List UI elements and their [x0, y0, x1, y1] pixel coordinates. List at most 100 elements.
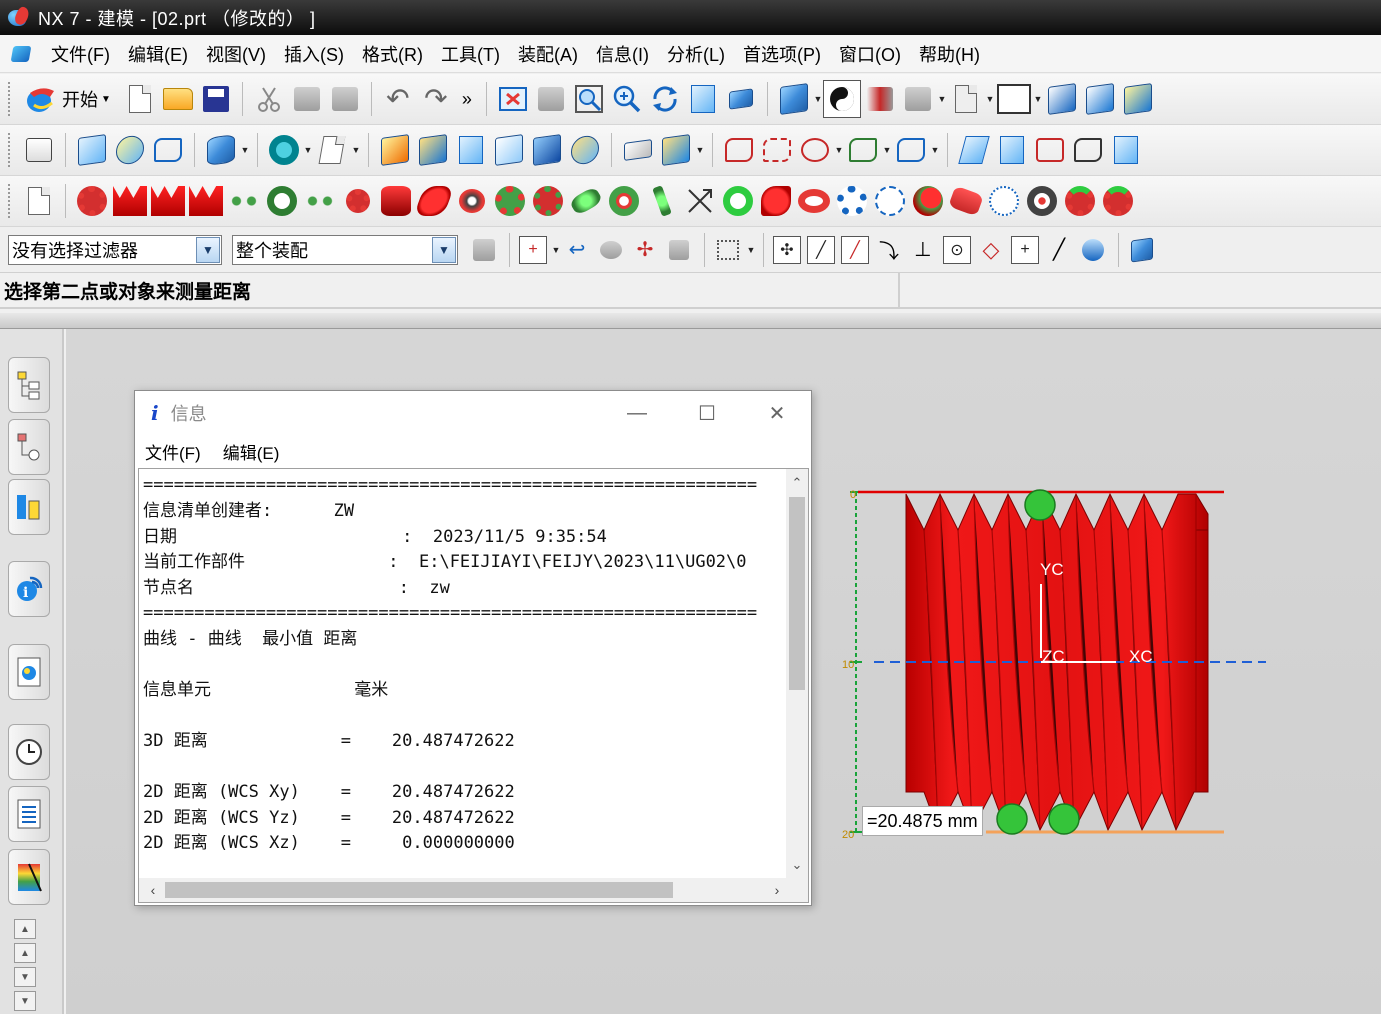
snap-point-on-curve-button[interactable]: +: [1009, 234, 1041, 266]
redo-button[interactable]: ↷: [417, 80, 455, 118]
select-chain-button[interactable]: [595, 234, 627, 266]
measure-point-bottom-left[interactable]: [996, 803, 1028, 835]
groove-button[interactable]: [566, 131, 604, 169]
datum-plane-button[interactable]: [313, 131, 351, 169]
scroll-right-arrow-icon[interactable]: ›: [767, 880, 787, 900]
horizontal-scrollbar[interactable]: ‹ ›: [139, 878, 787, 902]
save-button[interactable]: [197, 80, 235, 118]
menu-assembly[interactable]: 装配(A): [509, 41, 587, 67]
snap-bounded-grid-button[interactable]: [1077, 234, 1109, 266]
new-button[interactable]: [121, 80, 159, 118]
surface-button[interactable]: [955, 131, 993, 169]
minimize-button[interactable]: —: [607, 397, 667, 429]
hammer-button[interactable]: [663, 234, 695, 266]
close-button[interactable]: ✕: [747, 397, 807, 429]
boss-button[interactable]: [452, 131, 490, 169]
pad-button[interactable]: [528, 131, 566, 169]
datum-point-button[interactable]: [265, 131, 303, 169]
menu-file[interactable]: 文件(F): [42, 41, 119, 67]
toolbar-overflow-button[interactable]: »: [455, 80, 479, 118]
wheel-button[interactable]: [1023, 182, 1061, 220]
red-sprocket-button[interactable]: [1061, 182, 1099, 220]
render-dropdown[interactable]: ▼: [937, 80, 947, 118]
internet-explorer-tab[interactable]: i: [8, 561, 50, 617]
offset-dropdown[interactable]: ▼: [882, 131, 892, 169]
menu-insert[interactable]: 插入(S): [275, 41, 353, 67]
cut-button[interactable]: [250, 80, 288, 118]
constraint-navigator-tab[interactable]: [8, 419, 50, 475]
background-dropdown[interactable]: ▼: [1033, 80, 1043, 118]
measure-point-bottom-right[interactable]: [1048, 803, 1080, 835]
snap-endpoint-button[interactable]: ╱: [805, 234, 837, 266]
spur-gear-button[interactable]: [73, 182, 111, 220]
rack-button[interactable]: [111, 182, 149, 220]
mesh-surface-button[interactable]: [993, 131, 1031, 169]
gear-new-button[interactable]: [20, 182, 58, 220]
zoom-window-button[interactable]: [532, 80, 570, 118]
project-dropdown[interactable]: ▼: [930, 131, 940, 169]
hole-button[interactable]: [414, 131, 452, 169]
outline-gear2-button[interactable]: [985, 182, 1023, 220]
selection-filter-select[interactable]: 没有选择过滤器 ▼: [8, 234, 222, 265]
orient-view-button[interactable]: [775, 80, 813, 118]
maximize-button[interactable]: ☐: [677, 397, 737, 429]
snap-button[interactable]: ✢: [629, 234, 661, 266]
assembly-scope-select[interactable]: 整个装配 ▼: [232, 234, 458, 265]
process-studio-tab[interactable]: [8, 849, 50, 905]
datum-dropdown[interactable]: ▼: [303, 131, 313, 169]
offset-curve-button[interactable]: [844, 131, 882, 169]
measure-point-top[interactable]: [1024, 489, 1056, 521]
shaded-button[interactable]: [861, 80, 899, 118]
menu-edit[interactable]: 编辑(E): [119, 41, 197, 67]
history-tab[interactable]: [8, 724, 50, 780]
cylinder-button[interactable]: [202, 131, 240, 169]
scroll-left-arrow-icon[interactable]: ‹: [143, 880, 163, 900]
revolve-button[interactable]: [111, 131, 149, 169]
worm-gear-button[interactable]: [909, 182, 947, 220]
sketch-button[interactable]: [20, 131, 58, 169]
wcs-rotate-button[interactable]: [1081, 80, 1119, 118]
copy-button[interactable]: [288, 80, 326, 118]
zoom-button[interactable]: [608, 80, 646, 118]
extrude-button[interactable]: [73, 131, 111, 169]
menu-information[interactable]: 信息(I): [587, 41, 658, 67]
sweep-button[interactable]: [149, 131, 187, 169]
coupling-button[interactable]: [947, 182, 985, 220]
swept-surface-button[interactable]: [1069, 131, 1107, 169]
section-view-button[interactable]: [947, 80, 985, 118]
rectangle-select-button[interactable]: [712, 234, 744, 266]
chevron-down-icon[interactable]: ▼: [196, 236, 220, 263]
ring-green-button[interactable]: [605, 182, 643, 220]
rotate-button[interactable]: [646, 80, 684, 118]
pattern-dropdown[interactable]: ▼: [695, 131, 705, 169]
component-filter-button[interactable]: [468, 234, 500, 266]
wcs-origin-button[interactable]: [1043, 80, 1081, 118]
scroll-up-arrow-icon[interactable]: ⌃: [786, 473, 808, 493]
menu-preferences[interactable]: 首选项(P): [734, 41, 830, 67]
toolbar-grip[interactable]: [8, 82, 14, 116]
snap-quadrant-button[interactable]: ◇: [975, 234, 1007, 266]
perspective-button[interactable]: [722, 80, 760, 118]
palette-tab[interactable]: [8, 644, 50, 700]
toolbar-grip[interactable]: [8, 133, 14, 167]
rack3-button[interactable]: [187, 182, 225, 220]
vertical-scrollbar[interactable]: ⌃ ⌄: [786, 469, 808, 879]
threaded-part-model[interactable]: 0 10 20 YC ZC XC: [836, 480, 1276, 850]
trim-curve-button[interactable]: [758, 131, 796, 169]
spring-button[interactable]: [643, 182, 681, 220]
scroll-down-button[interactable]: ▼: [14, 967, 36, 987]
menu-bar-icon[interactable]: [8, 43, 34, 65]
gear-pair-button[interactable]: [529, 182, 567, 220]
undo-button[interactable]: ↶: [379, 80, 417, 118]
point-pair2-button[interactable]: [301, 182, 339, 220]
snap-existing-point-button[interactable]: ✣: [771, 234, 803, 266]
scroll-top-button[interactable]: ▲: [14, 919, 36, 939]
block-button[interactable]: [376, 131, 414, 169]
fillet-curve-button[interactable]: [796, 131, 834, 169]
open-button[interactable]: [159, 80, 197, 118]
bounded-plane-button[interactable]: [1107, 131, 1145, 169]
3d-snap-button[interactable]: [1126, 234, 1158, 266]
scroll-bottom-button[interactable]: ▼: [14, 991, 36, 1011]
shaft-button[interactable]: [567, 182, 605, 220]
dialog-title-bar[interactable]: i 信息 — ☐ ✕: [135, 391, 811, 435]
